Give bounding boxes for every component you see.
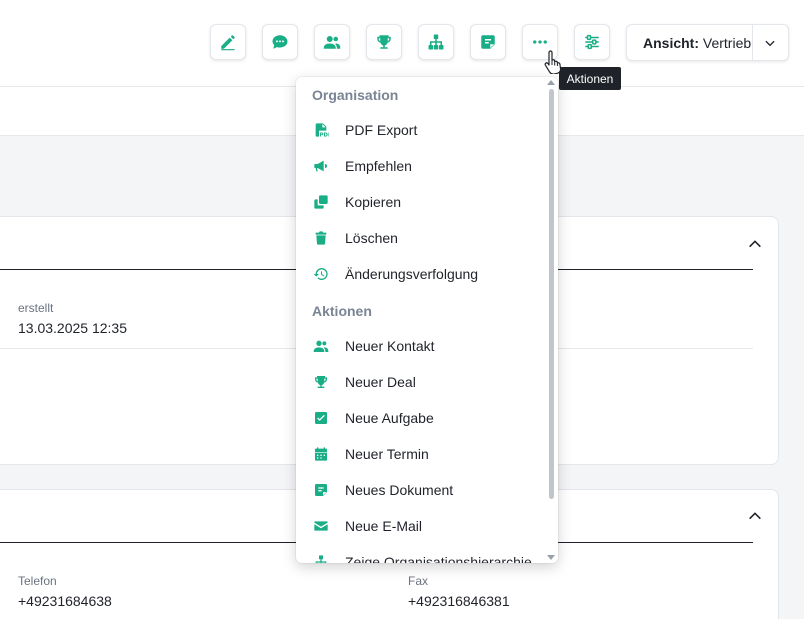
history-icon xyxy=(313,268,328,280)
hierarchy-icon xyxy=(428,34,444,50)
menu-scrollbar[interactable] xyxy=(549,89,554,499)
settings-sliders-button[interactable] xyxy=(574,24,610,60)
pdf-icon: PDF xyxy=(315,123,329,138)
hierarchy-icon xyxy=(315,555,327,563)
menu-item-label: Neuer Kontakt xyxy=(345,338,435,354)
megaphone-icon xyxy=(314,160,327,172)
menu-item-kopieren[interactable]: Kopieren xyxy=(296,184,546,220)
menu-section-organisation: Organisation xyxy=(312,87,399,103)
menu-item-neuer-kontakt[interactable]: Neuer Kontakt xyxy=(296,328,546,364)
edit-icon xyxy=(221,35,235,51)
menu-item-label: Kopieren xyxy=(345,194,402,210)
chevron-down-icon xyxy=(765,40,775,46)
hand-cursor-icon xyxy=(544,50,562,74)
phone-value: +49231684638 xyxy=(18,593,112,609)
menu-item-label: Neuer Deal xyxy=(345,374,416,390)
task-icon xyxy=(315,412,327,424)
menu-item-aenderungsverfolgung[interactable]: Änderungsverfolgung xyxy=(296,256,546,292)
menu-item-organisationshierarchie[interactable]: Zeige Organisationshierarchie xyxy=(296,544,546,563)
comment-icon xyxy=(272,35,288,49)
chevron-up-icon[interactable] xyxy=(747,508,763,524)
phone-label: Telefon xyxy=(18,574,57,588)
menu-item-label: Empfehlen xyxy=(345,158,412,174)
email-icon xyxy=(314,521,328,531)
menu-item-empfehlen[interactable]: Empfehlen xyxy=(296,148,546,184)
calendar-icon xyxy=(315,447,327,461)
view-value: Vertrieb xyxy=(702,34,752,51)
comment-button[interactable] xyxy=(262,24,298,60)
hierarchy-button[interactable] xyxy=(418,24,454,60)
menu-item-neuer-deal[interactable]: Neuer Deal xyxy=(296,364,546,400)
view-label: Ansicht: Vertrieb xyxy=(627,35,752,51)
menu-item-label: Neue Aufgabe xyxy=(345,410,434,426)
fax-value: +492316846381 xyxy=(408,593,510,609)
scroll-down-arrow[interactable] xyxy=(547,555,555,560)
svg-text:PDF: PDF xyxy=(320,133,329,138)
menu-item-label: Neue E-Mail xyxy=(345,518,423,534)
trash-icon xyxy=(315,231,327,245)
chevron-up-icon[interactable] xyxy=(747,236,763,252)
trophy-icon xyxy=(377,35,391,49)
copy-icon xyxy=(314,195,328,209)
menu-item-neue-email[interactable]: Neue E-Mail xyxy=(296,508,546,544)
trophy-icon xyxy=(315,376,327,388)
document-icon xyxy=(481,35,495,49)
view-prefix: Ansicht: xyxy=(643,34,699,51)
menu-section-aktionen: Aktionen xyxy=(312,303,372,319)
created-label: erstellt xyxy=(18,301,54,315)
top-toolbar: Ansicht: Vertrieb xyxy=(0,0,804,87)
actions-dropdown-menu: Organisation PDF PDF Export Empfehlen Ko… xyxy=(296,77,558,563)
contacts-icon xyxy=(323,36,341,49)
sliders-icon xyxy=(585,34,599,50)
actions-tooltip: Aktionen xyxy=(559,67,621,90)
contacts-button[interactable] xyxy=(314,24,350,60)
fax-label: Fax xyxy=(408,574,429,588)
document-button[interactable] xyxy=(470,24,506,60)
view-dropdown-toggle[interactable] xyxy=(751,25,789,60)
document-icon xyxy=(315,484,327,496)
more-icon xyxy=(533,40,547,44)
menu-item-label: Löschen xyxy=(345,230,398,246)
contacts-icon xyxy=(313,340,329,352)
created-value: 13.03.2025 12:35 xyxy=(18,320,127,336)
menu-item-neues-dokument[interactable]: Neues Dokument xyxy=(296,472,546,508)
menu-item-loeschen[interactable]: Löschen xyxy=(296,220,546,256)
view-selector[interactable]: Ansicht: Vertrieb xyxy=(626,24,789,61)
edit-button[interactable] xyxy=(210,24,246,60)
scroll-up-arrow[interactable] xyxy=(547,80,555,85)
menu-item-pdf-export[interactable]: PDF PDF Export xyxy=(296,112,546,148)
menu-item-label: PDF Export xyxy=(345,122,418,138)
menu-item-label: Neuer Termin xyxy=(345,446,429,462)
deals-button[interactable] xyxy=(366,24,402,60)
menu-item-label: Zeige Organisationshierarchie xyxy=(345,554,532,563)
menu-item-neue-aufgabe[interactable]: Neue Aufgabe xyxy=(296,400,546,436)
menu-item-label: Neues Dokument xyxy=(345,482,454,498)
menu-item-neuer-termin[interactable]: Neuer Termin xyxy=(296,436,546,472)
menu-item-label: Änderungsverfolgung xyxy=(345,266,479,282)
